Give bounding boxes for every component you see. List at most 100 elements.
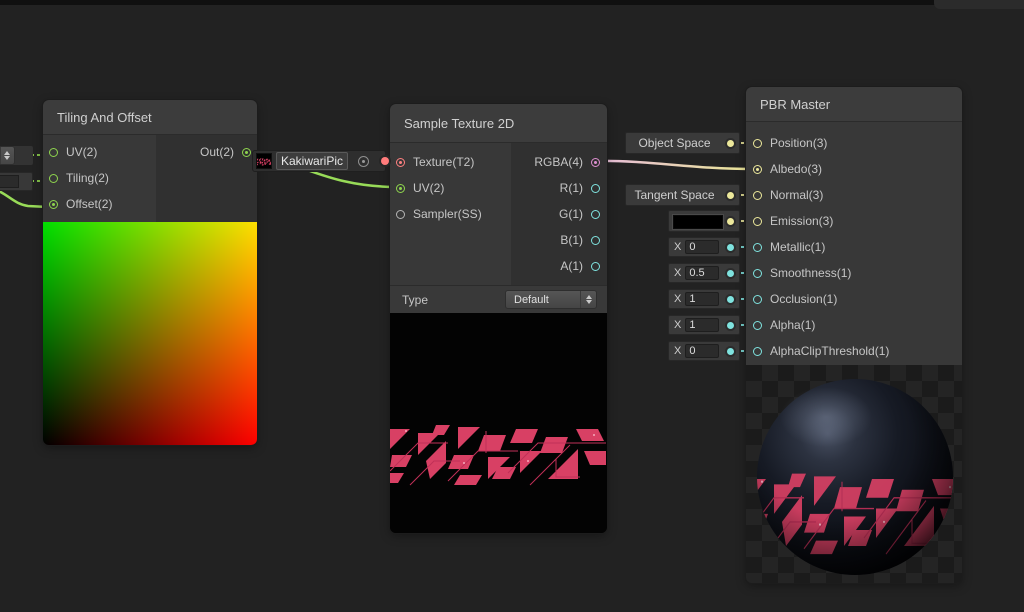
- port-g-out[interactable]: [591, 209, 600, 219]
- type-dropdown[interactable]: Default: [505, 290, 597, 309]
- port-alpha-in[interactable]: [753, 320, 762, 330]
- port-normal-in[interactable]: [753, 190, 762, 200]
- alphaclipthreshold-value-widget[interactable]: X 0: [668, 341, 740, 361]
- material-sphere-preview: [746, 365, 962, 583]
- node-pbr-master[interactable]: PBR Master Position(3) Albedo(3) Normal(…: [746, 87, 962, 583]
- port-label: G(1): [559, 207, 583, 221]
- texture-preview: [390, 313, 607, 533]
- metallic-value-field[interactable]: 0: [685, 240, 720, 254]
- port-texture-in[interactable]: [396, 157, 405, 167]
- position-space-value: Object Space: [638, 136, 711, 150]
- port-b-out[interactable]: [591, 235, 600, 245]
- port-rgba-out[interactable]: [591, 157, 600, 167]
- port-a-out[interactable]: [591, 261, 600, 271]
- outputs-column: Out(2): [156, 135, 257, 222]
- smoothness-value-widget[interactable]: X 0.5: [668, 263, 740, 283]
- port-row: Normal(3): [753, 182, 962, 208]
- metallic-default-dot[interactable]: [727, 243, 734, 251]
- property-name: KakiwariPic: [281, 154, 344, 168]
- dropdown-arrows-icon: [580, 291, 596, 308]
- port-sampler-in[interactable]: [396, 209, 405, 219]
- port-row: Offset(2): [49, 191, 156, 217]
- metallic-value: 0: [689, 241, 696, 253]
- port-albedo-in[interactable]: [753, 164, 762, 174]
- port-position-in[interactable]: [753, 138, 762, 148]
- occlusion-value: 1: [689, 293, 696, 305]
- alphaclipthreshold-value: 0: [689, 345, 696, 357]
- emission-default-dot[interactable]: [727, 217, 734, 225]
- port-uv2-in[interactable]: [49, 147, 58, 157]
- normal-space-dropdown[interactable]: Tangent Space: [625, 184, 740, 206]
- port-row: G(1): [511, 201, 600, 227]
- port-tiling2-in[interactable]: [49, 173, 58, 183]
- port-label: AlphaClipThreshold(1): [770, 344, 890, 358]
- port-r-out[interactable]: [591, 183, 600, 193]
- port-offset2-in[interactable]: [49, 199, 58, 209]
- x-prefix: X: [674, 319, 682, 331]
- node-title-bar[interactable]: PBR Master: [746, 87, 962, 122]
- position-space-dropdown[interactable]: Object Space: [625, 132, 740, 154]
- dropdown-arrows-icon: [0, 147, 13, 164]
- port-smoothness-in[interactable]: [753, 268, 762, 278]
- metallic-value-widget[interactable]: X 0: [668, 237, 740, 257]
- normal-space-value: Tangent Space: [634, 188, 715, 202]
- port-label: Emission(3): [770, 214, 834, 228]
- occlusion-value-widget[interactable]: X 1: [668, 289, 740, 309]
- port-emission-in[interactable]: [753, 216, 762, 226]
- port-label: R(1): [559, 181, 583, 195]
- port-metallic-in[interactable]: [753, 242, 762, 252]
- smoothness-default-dot[interactable]: [727, 269, 734, 277]
- occlusion-default-dot[interactable]: [727, 295, 734, 303]
- port-label: Out(2): [199, 145, 234, 159]
- property-node-kakiwaripic[interactable]: KakiwariPic: [252, 150, 390, 172]
- alpha-value-field[interactable]: 1: [685, 318, 720, 332]
- port-out2[interactable]: [242, 147, 251, 157]
- port-row: Smoothness(1): [753, 260, 962, 286]
- inputs-column: UV(2) Tiling(2) Offset(2): [43, 135, 156, 222]
- port-row: Occlusion(1): [753, 286, 962, 312]
- port-row: Metallic(1): [753, 234, 962, 260]
- property-output-dot[interactable]: [381, 157, 390, 165]
- uv-channel-dropdown[interactable]: [0, 146, 15, 165]
- node-title-bar[interactable]: Tiling And Offset: [43, 100, 257, 135]
- alphaclipthreshold-default-dot[interactable]: [727, 347, 734, 355]
- port-row: Texture(T2): [396, 149, 511, 175]
- port-label: Smoothness(1): [770, 266, 852, 280]
- alphaclipthreshold-value-field[interactable]: 0: [685, 344, 720, 358]
- alpha-default-dot[interactable]: [727, 321, 734, 329]
- emission-color-widget[interactable]: [668, 210, 740, 232]
- tiling-value-field[interactable]: [0, 175, 19, 188]
- port-label: Normal(3): [770, 188, 824, 202]
- port-row: RGBA(4): [511, 149, 600, 175]
- port-label: Position(3): [770, 136, 828, 150]
- smoothness-value-field[interactable]: 0.5: [685, 266, 720, 280]
- node-body: Position(3) Albedo(3) Normal(3) Emission…: [746, 122, 962, 365]
- node-sample-texture-2d[interactable]: Sample Texture 2D Texture(T2) UV(2) Samp…: [390, 104, 607, 533]
- texture-preview-image: [390, 313, 607, 533]
- node-tiling-and-offset[interactable]: Tiling And Offset UV(2) Tiling(2) Offset…: [43, 100, 257, 445]
- wire-rgba-to-albedo[interactable]: [594, 159, 754, 171]
- occlusion-value-field[interactable]: 1: [685, 292, 720, 306]
- emission-color-swatch[interactable]: [673, 215, 723, 229]
- property-name-field[interactable]: KakiwariPic: [276, 152, 349, 170]
- alpha-value: 1: [689, 319, 696, 331]
- uv-channel-widget[interactable]: [0, 146, 33, 165]
- node-title-bar[interactable]: Sample Texture 2D: [390, 104, 607, 143]
- port-row: Out(2): [156, 139, 251, 165]
- x-prefix: X: [674, 267, 682, 279]
- shader-graph-canvas[interactable]: Tiling And Offset UV(2) Tiling(2) Offset…: [0, 0, 1024, 612]
- alpha-value-widget[interactable]: X 1: [668, 315, 740, 335]
- port-occlusion-in[interactable]: [753, 294, 762, 304]
- position-default-dot[interactable]: [727, 139, 734, 147]
- tiling-default-widget[interactable]: [0, 172, 33, 191]
- normal-default-dot[interactable]: [727, 191, 734, 199]
- exposed-toggle-icon[interactable]: [358, 155, 370, 167]
- port-row: UV(2): [49, 139, 156, 165]
- x-prefix: X: [674, 293, 682, 305]
- port-uv-in[interactable]: [396, 183, 405, 193]
- port-label: Metallic(1): [770, 240, 826, 254]
- type-label: Type: [402, 292, 429, 307]
- port-row: Tiling(2): [49, 165, 156, 191]
- port-alphaclipthreshold-in[interactable]: [753, 346, 762, 356]
- wire-offset-input[interactable]: [0, 189, 49, 209]
